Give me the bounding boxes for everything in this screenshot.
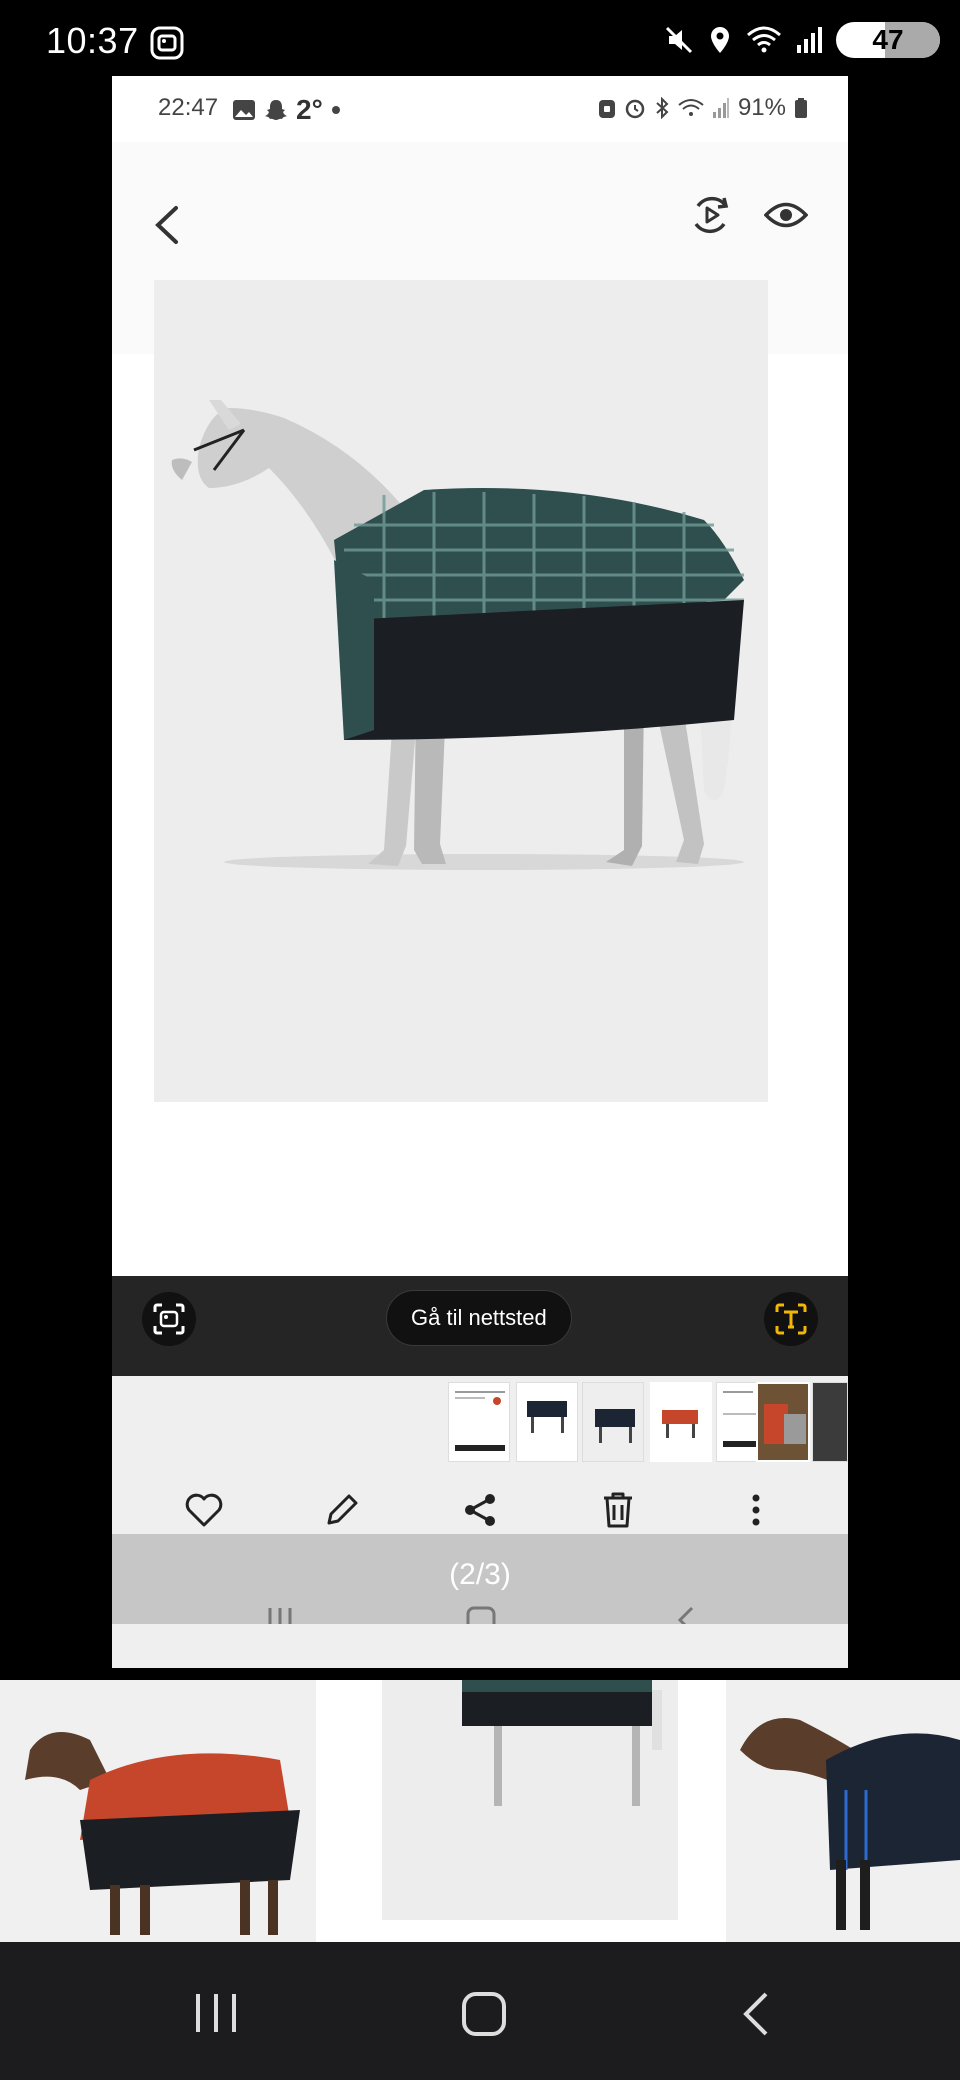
thumbnail-selected[interactable] [756, 1382, 810, 1462]
inner-battery-level: 91% [737, 94, 786, 121]
inner-nav-spacer [112, 1624, 848, 1668]
horse-rug-image [171, 400, 744, 870]
thumbnail[interactable] [812, 1382, 848, 1462]
screen-capture-icon [150, 26, 184, 60]
dot-icon [331, 106, 340, 114]
thumbnail[interactable] [516, 1382, 578, 1462]
outer-status-icons: 47 [664, 22, 940, 58]
inner-clock: 22:47 [158, 94, 219, 121]
share-icon [465, 1494, 495, 1526]
gallery-notification-icon [233, 100, 255, 120]
alarm-icon [625, 99, 645, 119]
eye-icon[interactable] [764, 198, 808, 232]
location-icon [711, 27, 729, 53]
thumbnail[interactable] [582, 1382, 644, 1462]
heart-icon [185, 1493, 223, 1527]
favorite-button[interactable] [180, 1486, 228, 1534]
more-icon [752, 1494, 760, 1526]
thumbnail[interactable] [448, 1382, 510, 1462]
lens-button[interactable] [142, 1292, 196, 1346]
delete-button[interactable] [594, 1486, 642, 1534]
inner-status-bar: 22:47 2° 91% [112, 76, 848, 142]
home-button[interactable] [462, 1992, 506, 2036]
outer-clock: 10:37 [46, 20, 139, 61]
edit-button[interactable] [318, 1486, 366, 1534]
related-image-plaid-rug[interactable] [362, 1680, 714, 1942]
outer-status-bar: 10:37 47 [0, 0, 960, 76]
thumbnail-strip [112, 1376, 848, 1476]
recents-button[interactable] [196, 1994, 236, 2032]
related-images [0, 1680, 960, 1942]
more-options-button[interactable] [732, 1486, 780, 1534]
image-counter: (2/3) [449, 1558, 511, 1591]
mute-icon [665, 26, 693, 54]
inner-signal-icon [712, 98, 729, 118]
wifi-icon [747, 26, 781, 53]
go-to-website-button[interactable]: Gå til nettsted [386, 1290, 572, 1346]
battery-icon: 47 [836, 22, 940, 58]
share-button[interactable] [456, 1486, 504, 1534]
system-navigation-bar [0, 1942, 960, 2080]
delete-icon [604, 1492, 632, 1528]
inner-status-left: 2° [232, 94, 341, 126]
signal-icon [797, 27, 822, 53]
text-extract-icon [775, 1303, 807, 1335]
back-icon[interactable] [152, 204, 180, 246]
extract-text-button[interactable] [764, 1292, 818, 1346]
related-image-navy-rug[interactable] [726, 1680, 960, 1942]
motion-photo-icon[interactable] [690, 194, 732, 236]
gallery-screenshot: 22:47 2° 91% Gå til nettsted (2/3) [112, 76, 848, 1668]
back-button[interactable] [743, 1992, 768, 2036]
inner-wifi-icon [678, 99, 704, 116]
edit-icon [327, 1494, 358, 1525]
related-image-orange-rug[interactable] [0, 1680, 350, 1942]
bluetooth-icon [656, 97, 669, 119]
visual-search-icon [153, 1303, 185, 1335]
thumbnail[interactable] [650, 1382, 712, 1462]
battery-level: 47 [872, 24, 904, 55]
inner-battery-icon [795, 98, 807, 118]
snapchat-icon [265, 100, 287, 120]
lock-icon [598, 100, 615, 118]
main-photo[interactable] [154, 280, 768, 1102]
viewer-toolbar: Gå til nettsted [112, 1276, 848, 1376]
inner-status-right: 91% [598, 94, 808, 122]
temperature: 2° [296, 94, 323, 125]
